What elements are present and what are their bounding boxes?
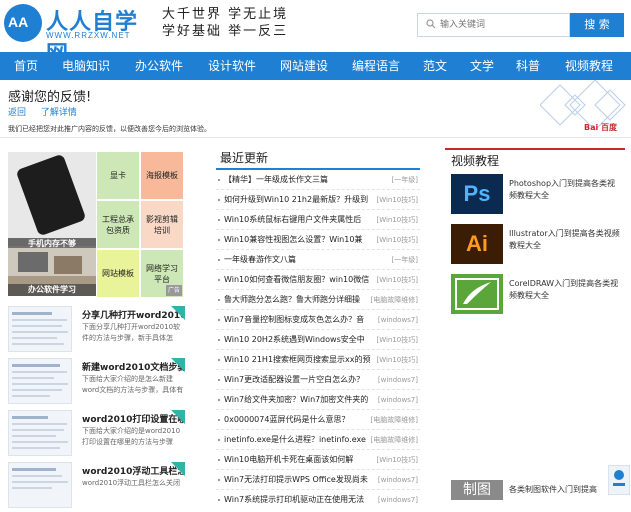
photoshop-icon: Ps	[451, 174, 503, 214]
ad-grid: 手机内存不够 办公软件学习 显卡 海报模板 工程总承包资质 影视剪辑培训 网站模…	[8, 148, 185, 298]
latest-updates: 最近更新 【精华】一年级成长作文三篇 [一年级] 如何升级到Win10 21h2最…	[216, 148, 420, 504]
list-item[interactable]: word2010浮动工具栏怎 word2010浮动工具栏怎么关闭	[8, 462, 185, 512]
video-title: Illustrator入门到提高各类视频教程大全	[509, 229, 620, 250]
article-thumbnail	[8, 306, 72, 352]
list-item[interactable]: 新建word2010文档步骤 下面给大家介绍的是怎么新建word文档的方法与步骤…	[8, 358, 185, 408]
nav-item-office[interactable]: 办公软件	[135, 52, 183, 80]
video-tutorials: 视频教程 Ps Photoshop入门到提高各类视频教程大全 Ai Illust…	[445, 148, 625, 500]
list-item[interactable]: word2010打印设置在哪 下面给大家介绍的是word2010打印设置在哪里的…	[8, 410, 185, 460]
news-item[interactable]: Win7音量控制图标变成灰色怎么办？音 [windows7]	[216, 310, 420, 330]
news-item[interactable]: Win7更改适配器设置一片空白怎么办？ [windows7]	[216, 370, 420, 390]
baidu-logo: Bai 百度	[584, 123, 618, 132]
article-thumbnail	[8, 358, 72, 404]
corner-ribbon	[171, 410, 185, 424]
corner-ribbon	[171, 358, 185, 372]
ad-tag: 广告	[165, 285, 182, 296]
news-item[interactable]: Win7给文件夹加密？Win7加密文件夹的 [windows7]	[216, 390, 420, 410]
news-item[interactable]: Win7无法打印提示WPS Office发现尚未 [windows7]	[216, 470, 420, 490]
news-item[interactable]: 一年级春游作文八篇 [一年级]	[216, 250, 420, 270]
news-item[interactable]: Win10系统鼠标右键用户文件夹属性后 [Win10技巧]	[216, 210, 420, 230]
tile-construction[interactable]: 工程总承包资质	[97, 201, 139, 248]
news-item[interactable]: Win10如何查看微信朋友圈？win10微信 [Win10技巧]	[216, 270, 420, 290]
nav-item-computer[interactable]: 电脑知识	[62, 52, 110, 80]
site-slogan: 大千世界 学无止境 学好基础 举一反三	[162, 7, 289, 39]
coreldraw-icon	[451, 274, 503, 314]
main-nav: 首页 电脑知识 办公软件 设计软件 网站建设 编程语言 范文 文学 科普 视频教…	[0, 52, 631, 80]
section-title: 最近更新	[216, 148, 420, 170]
nav-item-literature[interactable]: 文学	[470, 52, 494, 80]
tile-video-editing[interactable]: 影视剪辑培训	[141, 201, 183, 248]
news-item[interactable]: 【精华】一年级成长作文三篇 [一年级]	[216, 170, 420, 190]
news-item[interactable]: Win10兼容性视图怎么设置？Win10兼 [Win10技巧]	[216, 230, 420, 250]
notice-desc: 我们已经把您对此推广内容的反馈，以便改善您今后的浏览体验。	[8, 125, 211, 133]
news-item[interactable]: Win10 21H1搜索框网页搜索显示xx的预 [Win10技巧]	[216, 350, 420, 370]
left-column: 手机内存不够 办公软件学习 显卡 海报模板 工程总承包资质 影视剪辑培训 网站模…	[8, 148, 185, 508]
search-box	[417, 13, 570, 37]
drawing-category[interactable]: 制图	[451, 480, 503, 500]
tile-learning-platform[interactable]: 网络学习平台 广告	[141, 250, 183, 297]
nav-item-essay[interactable]: 范文	[423, 52, 447, 80]
phone-promo[interactable]: 手机内存不够	[8, 152, 96, 250]
tile-poster[interactable]: 海报模板	[141, 152, 183, 199]
nav-item-video[interactable]: 视频教程	[565, 52, 613, 80]
article-title: 新建word2010文档步骤	[82, 363, 185, 373]
search-button[interactable]: 搜 索	[570, 13, 624, 37]
nav-item-programming[interactable]: 编程语言	[352, 52, 400, 80]
article-desc: 下面分享几种打开word2010软件的方法与步骤，新手具体怎	[82, 323, 181, 342]
back-link[interactable]: 返回	[8, 108, 26, 118]
search-icon	[426, 19, 436, 29]
video-item-illustrator[interactable]: Ai Illustrator入门到提高各类视频教程大全	[451, 224, 625, 268]
phone-image	[15, 153, 87, 237]
search-input[interactable]	[440, 16, 565, 34]
nav-item-science[interactable]: 科普	[516, 52, 540, 80]
list-item[interactable]: 分享几种打开word2010 下面分享几种打开word2010软件的方法与步骤，…	[8, 306, 185, 356]
video-item-coreldraw[interactable]: CorelDRAW入门到提高各类视频教程大全	[451, 274, 625, 318]
video-title: Photoshop入门到提高各类视频教程大全	[509, 179, 616, 200]
news-item[interactable]: 0x0000074蓝屏代码是什么意思？ [电脑故障维修]	[216, 410, 420, 430]
coreldraw-logo	[455, 278, 499, 310]
news-item[interactable]: 如何升级到Win10 21h2最新版？升级到 [Win10技巧]	[216, 190, 420, 210]
notice-title: 感谢您的反馈!	[8, 90, 92, 105]
corner-ribbon	[171, 306, 185, 320]
site-logo[interactable]: AA 人人自学网 WWW.RRZXW.NET	[4, 4, 154, 66]
notice-links: 返回 了解详情	[8, 105, 89, 118]
drawing-category-text[interactable]: 各类制图软件入门到提高	[509, 484, 597, 495]
logo-url: WWW.RRZXW.NET	[46, 31, 131, 40]
news-item[interactable]: Win7系统提示打印机驱动正在使用无法 [windows7]	[216, 490, 420, 510]
nav-item-design[interactable]: 设计软件	[208, 52, 256, 80]
news-item[interactable]: Win10 20H2系统遇到Windows安全中 [Win10技巧]	[216, 330, 420, 350]
article-thumbnail	[8, 410, 72, 456]
article-desc: 下面给大家介绍的是word2010打印设置在哪里的方法与步骤	[82, 427, 181, 446]
news-item[interactable]: inetinfo.exe是什么进程？inetinfo.exe [电脑故障维修]	[216, 430, 420, 450]
nav-item-home[interactable]: 首页	[14, 52, 38, 80]
article-thumbnail	[8, 462, 72, 508]
tile-gpu[interactable]: 显卡	[97, 152, 139, 199]
nav-item-web[interactable]: 网站建设	[280, 52, 328, 80]
article-title: word2010打印设置在哪	[82, 415, 185, 425]
news-item[interactable]: 鲁大师跑分怎么跑？鲁大师跑分详细操 [电脑故障维修]	[216, 290, 420, 310]
article-title: 分享几种打开word2010	[82, 311, 185, 321]
news-item[interactable]: Win10电脑开机卡死在桌面该如何解 [Win10技巧]	[216, 450, 420, 470]
office-caption: 办公软件学习	[8, 284, 96, 296]
learn-more-link[interactable]: 了解详情	[41, 108, 77, 118]
corner-ribbon	[171, 462, 185, 476]
video-item-photoshop[interactable]: Ps Photoshop入门到提高各类视频教程大全	[451, 174, 625, 218]
video-title: CorelDRAW入门到提高各类视频教程大全	[509, 279, 619, 300]
article-desc: word2010浮动工具栏怎么关闭	[82, 479, 181, 487]
illustrator-icon: Ai	[451, 224, 503, 264]
article-title: word2010浮动工具栏怎	[82, 467, 185, 477]
site-header: AA 人人自学网 WWW.RRZXW.NET 大千世界 学无止境 学好基础 举一…	[0, 0, 631, 66]
feedback-notice: 感谢您的反馈! 返回 了解详情 我们已经把您对此推广内容的反馈，以便改善您今后的…	[0, 80, 631, 138]
office-image	[8, 252, 96, 284]
article-desc: 下面给大家介绍的是怎么新建word文档的方法与步骤，具体有	[82, 375, 184, 394]
side-widget-icon[interactable]	[608, 465, 630, 495]
office-promo[interactable]: 办公软件学习	[8, 248, 96, 296]
logo-badge: AA	[4, 4, 42, 42]
section-title: 视频教程	[445, 148, 625, 172]
tile-website-template[interactable]: 网站模板	[97, 250, 139, 297]
